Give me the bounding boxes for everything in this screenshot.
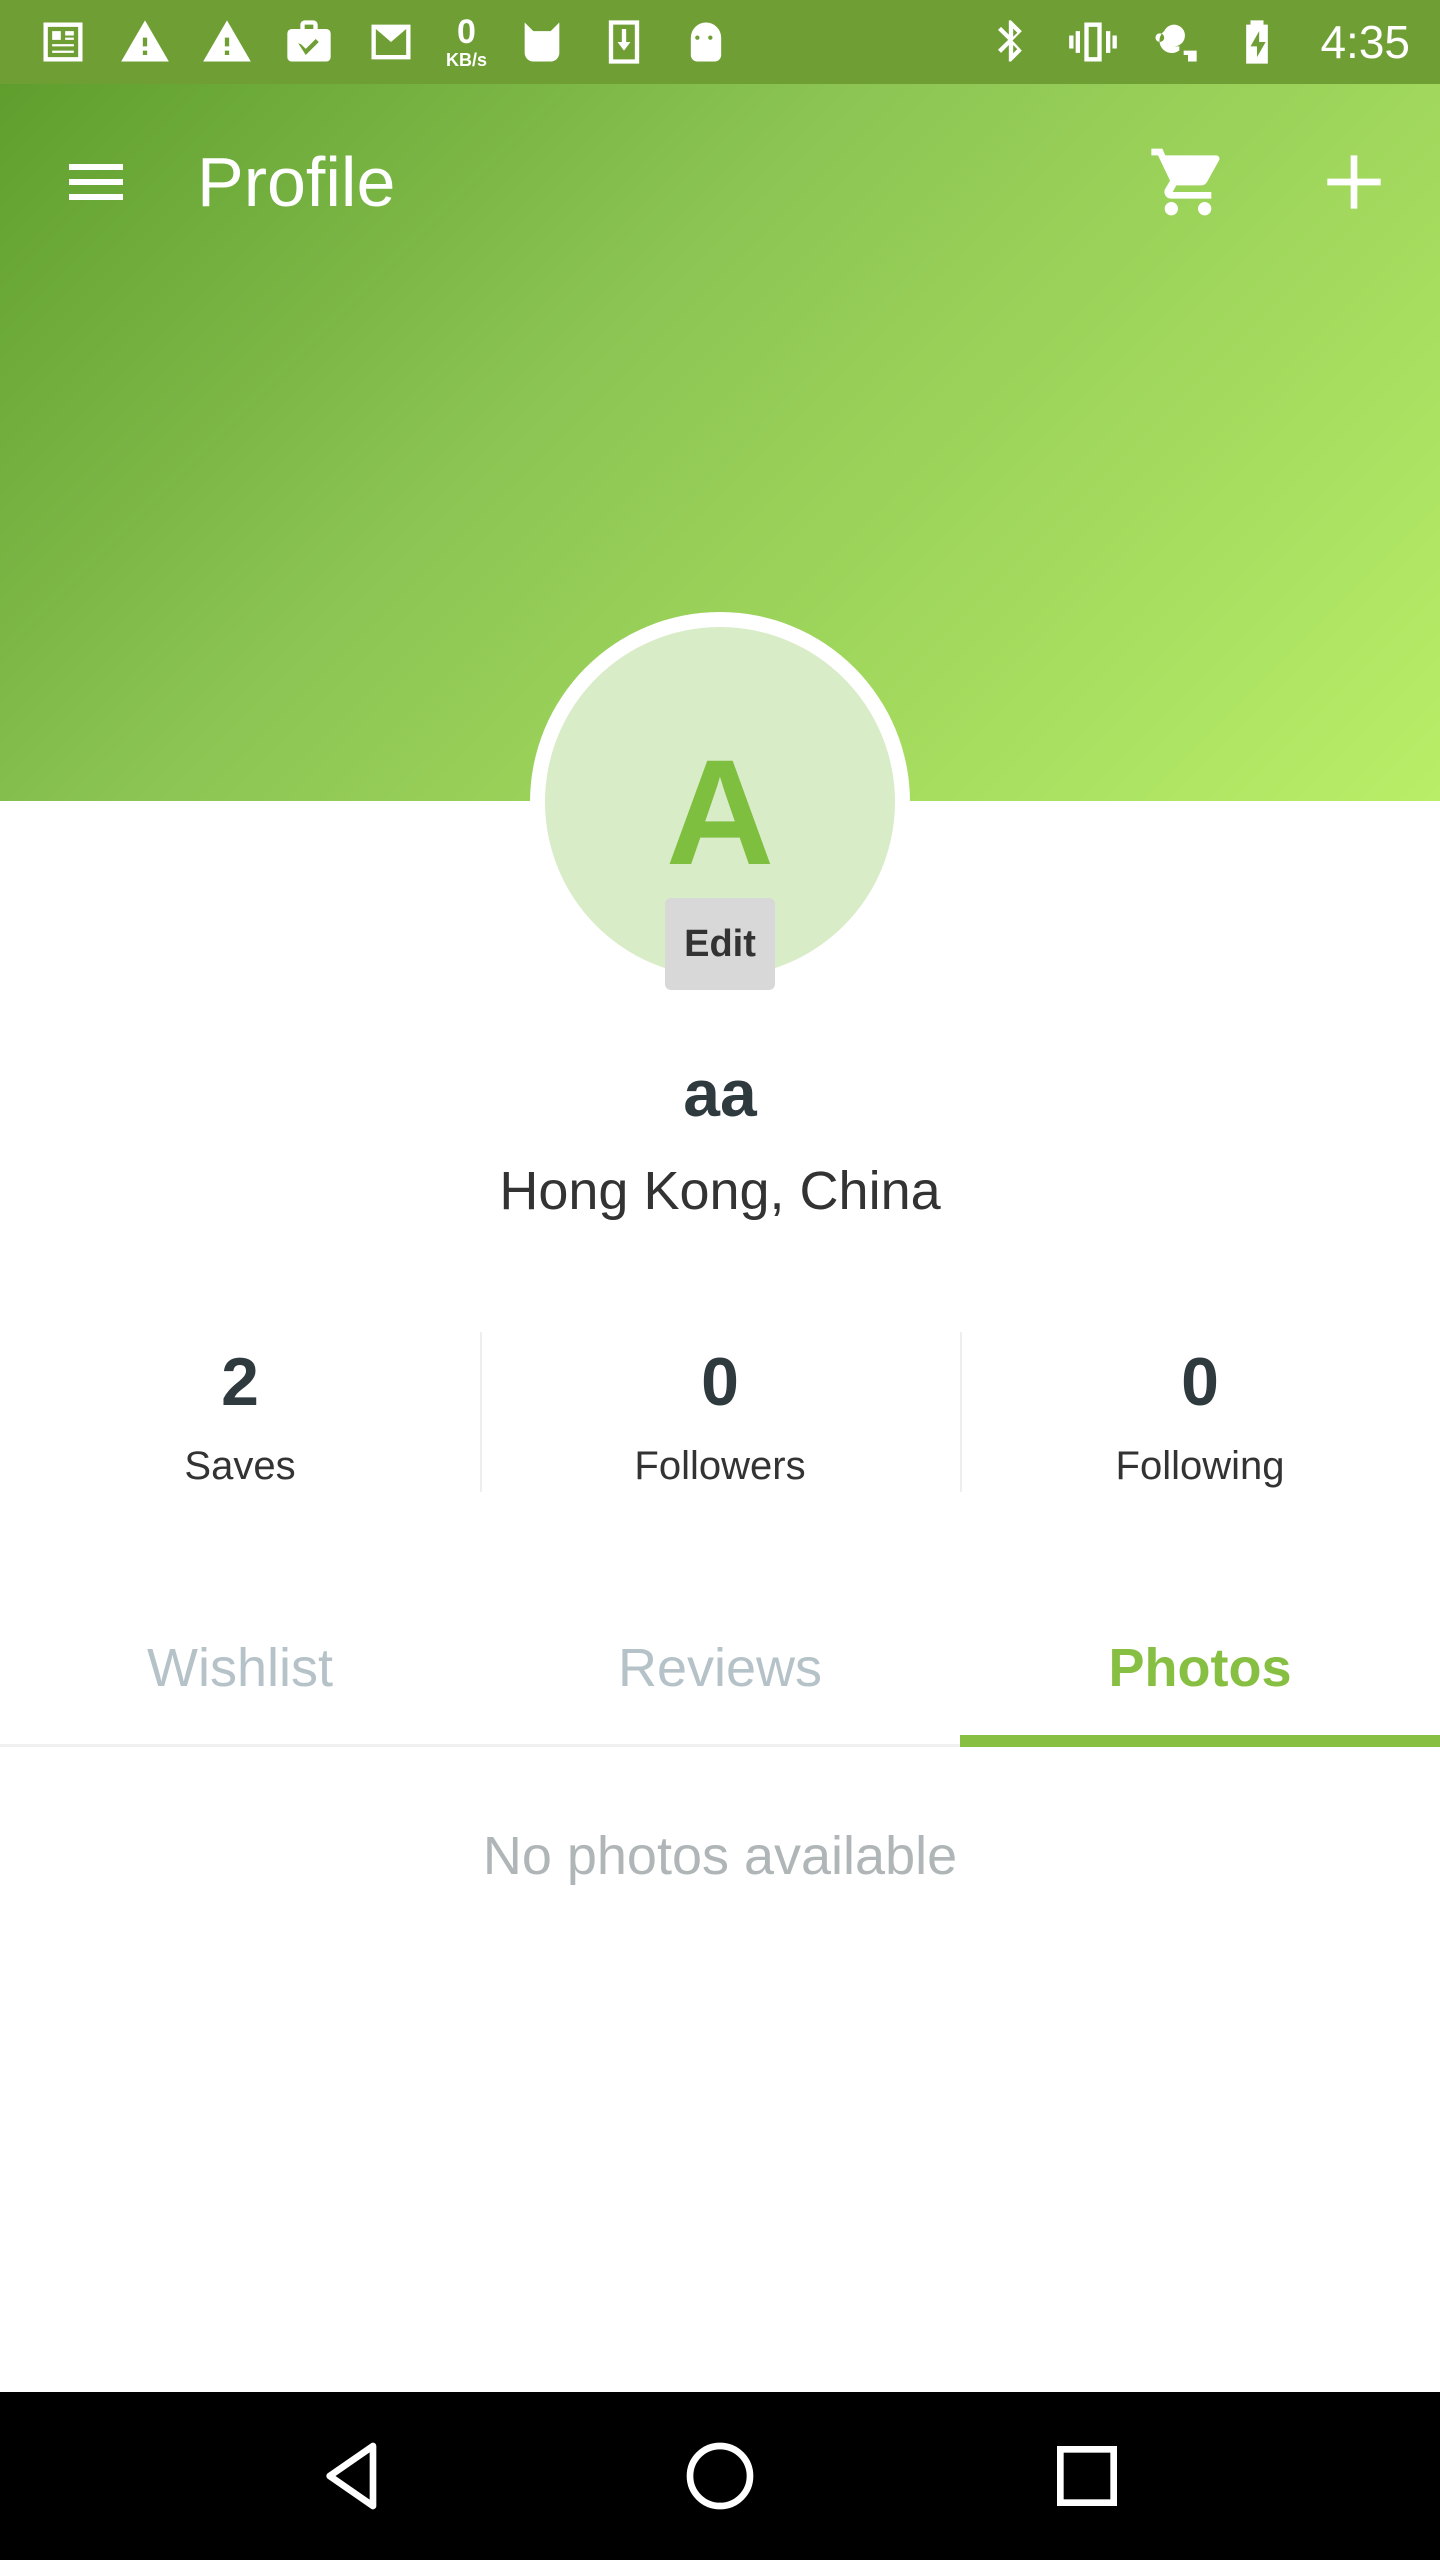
back-icon <box>326 2442 377 2510</box>
status-icons-right: 4:35 <box>984 15 1410 69</box>
tab-reviews[interactable]: Reviews <box>480 1592 960 1744</box>
stat-value: 0 <box>701 1344 739 1420</box>
home-button[interactable] <box>660 2416 780 2536</box>
battery-charging-icon <box>1230 15 1284 69</box>
stat-value: 0 <box>1181 1344 1219 1420</box>
empty-state-message: No photos available <box>482 1826 958 1886</box>
stat-following[interactable]: 0 Following <box>960 1330 1440 1495</box>
tab-wishlist[interactable]: Wishlist <box>0 1592 480 1744</box>
stat-label: Saves <box>184 1444 296 1488</box>
stat-value: 2 <box>221 1344 259 1420</box>
android-icon <box>679 15 733 69</box>
status-bar: 0 KB/s 4:35 <box>0 0 1440 84</box>
cat-icon <box>515 15 569 69</box>
vibrate-icon <box>1066 15 1120 69</box>
bluetooth-icon <box>984 15 1038 69</box>
cart-icon <box>1151 148 1220 216</box>
status-icons-left: 0 KB/s <box>36 15 733 69</box>
recents-button[interactable] <box>1027 2416 1147 2536</box>
status-time: 4:35 <box>1320 16 1410 68</box>
menu-icon <box>69 164 123 200</box>
home-icon <box>686 2442 754 2510</box>
tab-photos[interactable]: Photos <box>960 1592 1440 1747</box>
download-icon <box>597 15 651 69</box>
add-button[interactable] <box>1306 134 1402 230</box>
warning-icon <box>200 15 254 69</box>
menu-button[interactable] <box>48 134 144 230</box>
network-speed: 0 KB/s <box>446 15 487 69</box>
edit-avatar-button[interactable]: Edit <box>665 898 775 990</box>
back-button[interactable] <box>293 2416 413 2536</box>
system-nav-bar <box>0 2392 1440 2560</box>
stat-followers[interactable]: 0 Followers <box>480 1330 960 1495</box>
add-icon <box>1327 155 1381 209</box>
profile-tabs: Wishlist Reviews Photos <box>0 1592 1440 1747</box>
cart-button[interactable] <box>1140 134 1236 230</box>
stat-label: Followers <box>634 1444 806 1488</box>
avatar-letter: A <box>665 728 775 896</box>
key-icon <box>1148 15 1202 69</box>
page-title: Profile <box>197 143 396 221</box>
stat-saves[interactable]: 2 Saves <box>0 1330 480 1495</box>
briefcase-check-icon <box>282 15 336 69</box>
mail-icon <box>364 15 418 69</box>
recents-icon <box>1056 2446 1117 2506</box>
network-speed-unit: KB/s <box>446 50 488 70</box>
stats-row: 2 Saves 0 Followers 0 Following <box>0 1330 1440 1495</box>
stat-label: Following <box>1115 1444 1285 1488</box>
network-speed-value: 0 <box>457 13 476 51</box>
location: Hong Kong, China <box>499 1161 941 1221</box>
username: aa <box>683 1056 757 1130</box>
news-icon <box>36 15 90 69</box>
warning-icon <box>118 15 172 69</box>
